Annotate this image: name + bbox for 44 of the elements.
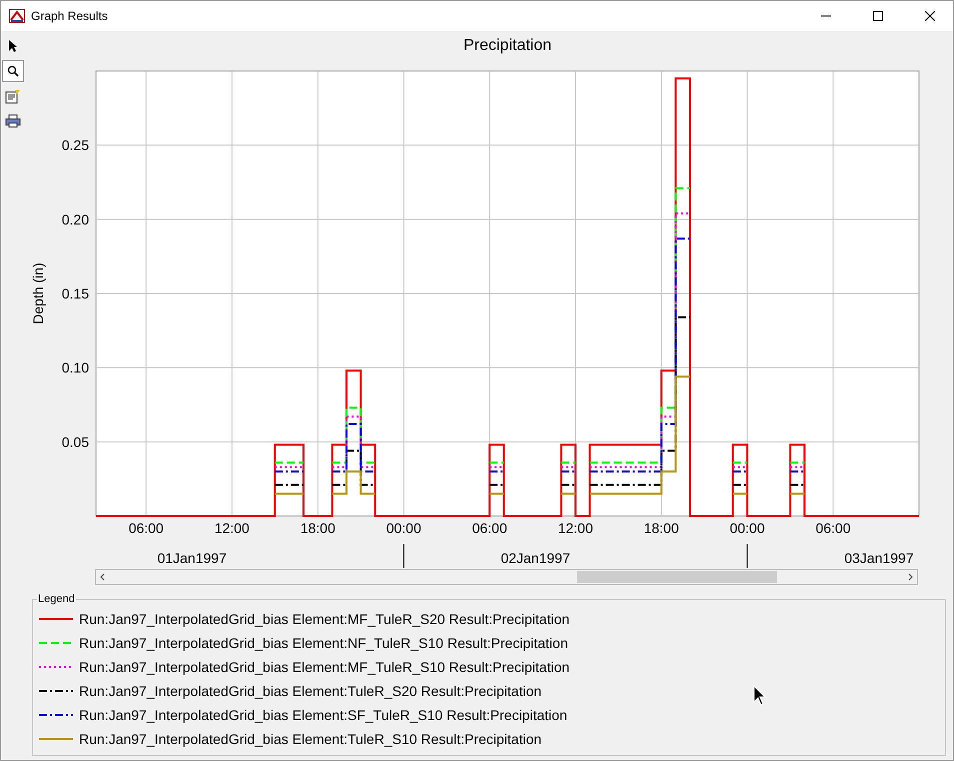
y-tick-label: 0.05 [62, 434, 89, 450]
x-tick-label: 12:00 [558, 520, 593, 536]
y-tick-label: 0.20 [62, 211, 89, 228]
legend-line-icon [39, 737, 73, 741]
legend-line-icon [39, 689, 73, 693]
legend-line-icon [39, 617, 73, 621]
legend-label: Run:Jan97_InterpolatedGrid_bias Element:TuleR_S20 Result:Precipitation [79, 683, 542, 699]
maximize-icon [873, 11, 883, 21]
date-label: 03Jan1997 [844, 550, 914, 566]
x-tick-label: 06:00 [472, 520, 508, 536]
y-axis-label: Depth (in) [30, 262, 46, 324]
date-label: 01Jan1997 [157, 550, 227, 566]
x-tick-label: 06:00 [128, 520, 164, 536]
horizontal-scrollbar[interactable] [95, 569, 918, 585]
close-icon [925, 11, 935, 21]
legend-line-icon [39, 641, 73, 645]
chart-title: Precipitation [463, 37, 552, 54]
x-tick-label: 18:00 [300, 520, 336, 536]
date-label: 02Jan1997 [500, 550, 570, 566]
x-tick-label: 06:00 [816, 520, 851, 536]
legend-label: Run:Jan97_InterpolatedGrid_bias Element:MF_TuleR_S20 Result:Precipitation [79, 611, 570, 627]
x-tick-label: 18:00 [644, 520, 679, 536]
legend-label: Run:Jan97_InterpolatedGrid_bias Element:SF_TuleR_S10 Result:Precipitation [79, 707, 568, 723]
printer-icon [5, 114, 21, 128]
scrollbar-thumb[interactable] [577, 571, 777, 583]
properties-icon [5, 88, 21, 104]
pointer-icon [8, 39, 18, 53]
legend-title: Legend [37, 593, 76, 605]
search-icon [7, 65, 19, 77]
y-tick-label: 0.25 [62, 137, 89, 154]
x-tick-label: 00:00 [386, 520, 422, 536]
zoom-tool[interactable] [2, 60, 24, 82]
legend-label: Run:Jan97_InterpolatedGrid_bias Element:TuleR_S10 Result:Precipitation [79, 731, 542, 747]
legend-line-icon [39, 713, 73, 717]
x-tick-label: 12:00 [214, 520, 250, 536]
legend-label: Run:Jan97_InterpolatedGrid_bias Element:NF_TuleR_S10 Result:Precipitation [79, 635, 568, 651]
y-tick-label: 0.15 [62, 286, 89, 302]
y-tick-label: 0.10 [62, 360, 89, 376]
window-title: Graph Results [31, 9, 109, 23]
mouse-cursor-icon [753, 685, 767, 707]
x-tick-label: 00:00 [730, 520, 765, 536]
app-icon [9, 9, 25, 23]
legend-label: Run:Jan97_InterpolatedGrid_bias Element:MF_TuleR_S10 Result:Precipitation [79, 659, 570, 675]
legend-line-icon [39, 665, 73, 669]
